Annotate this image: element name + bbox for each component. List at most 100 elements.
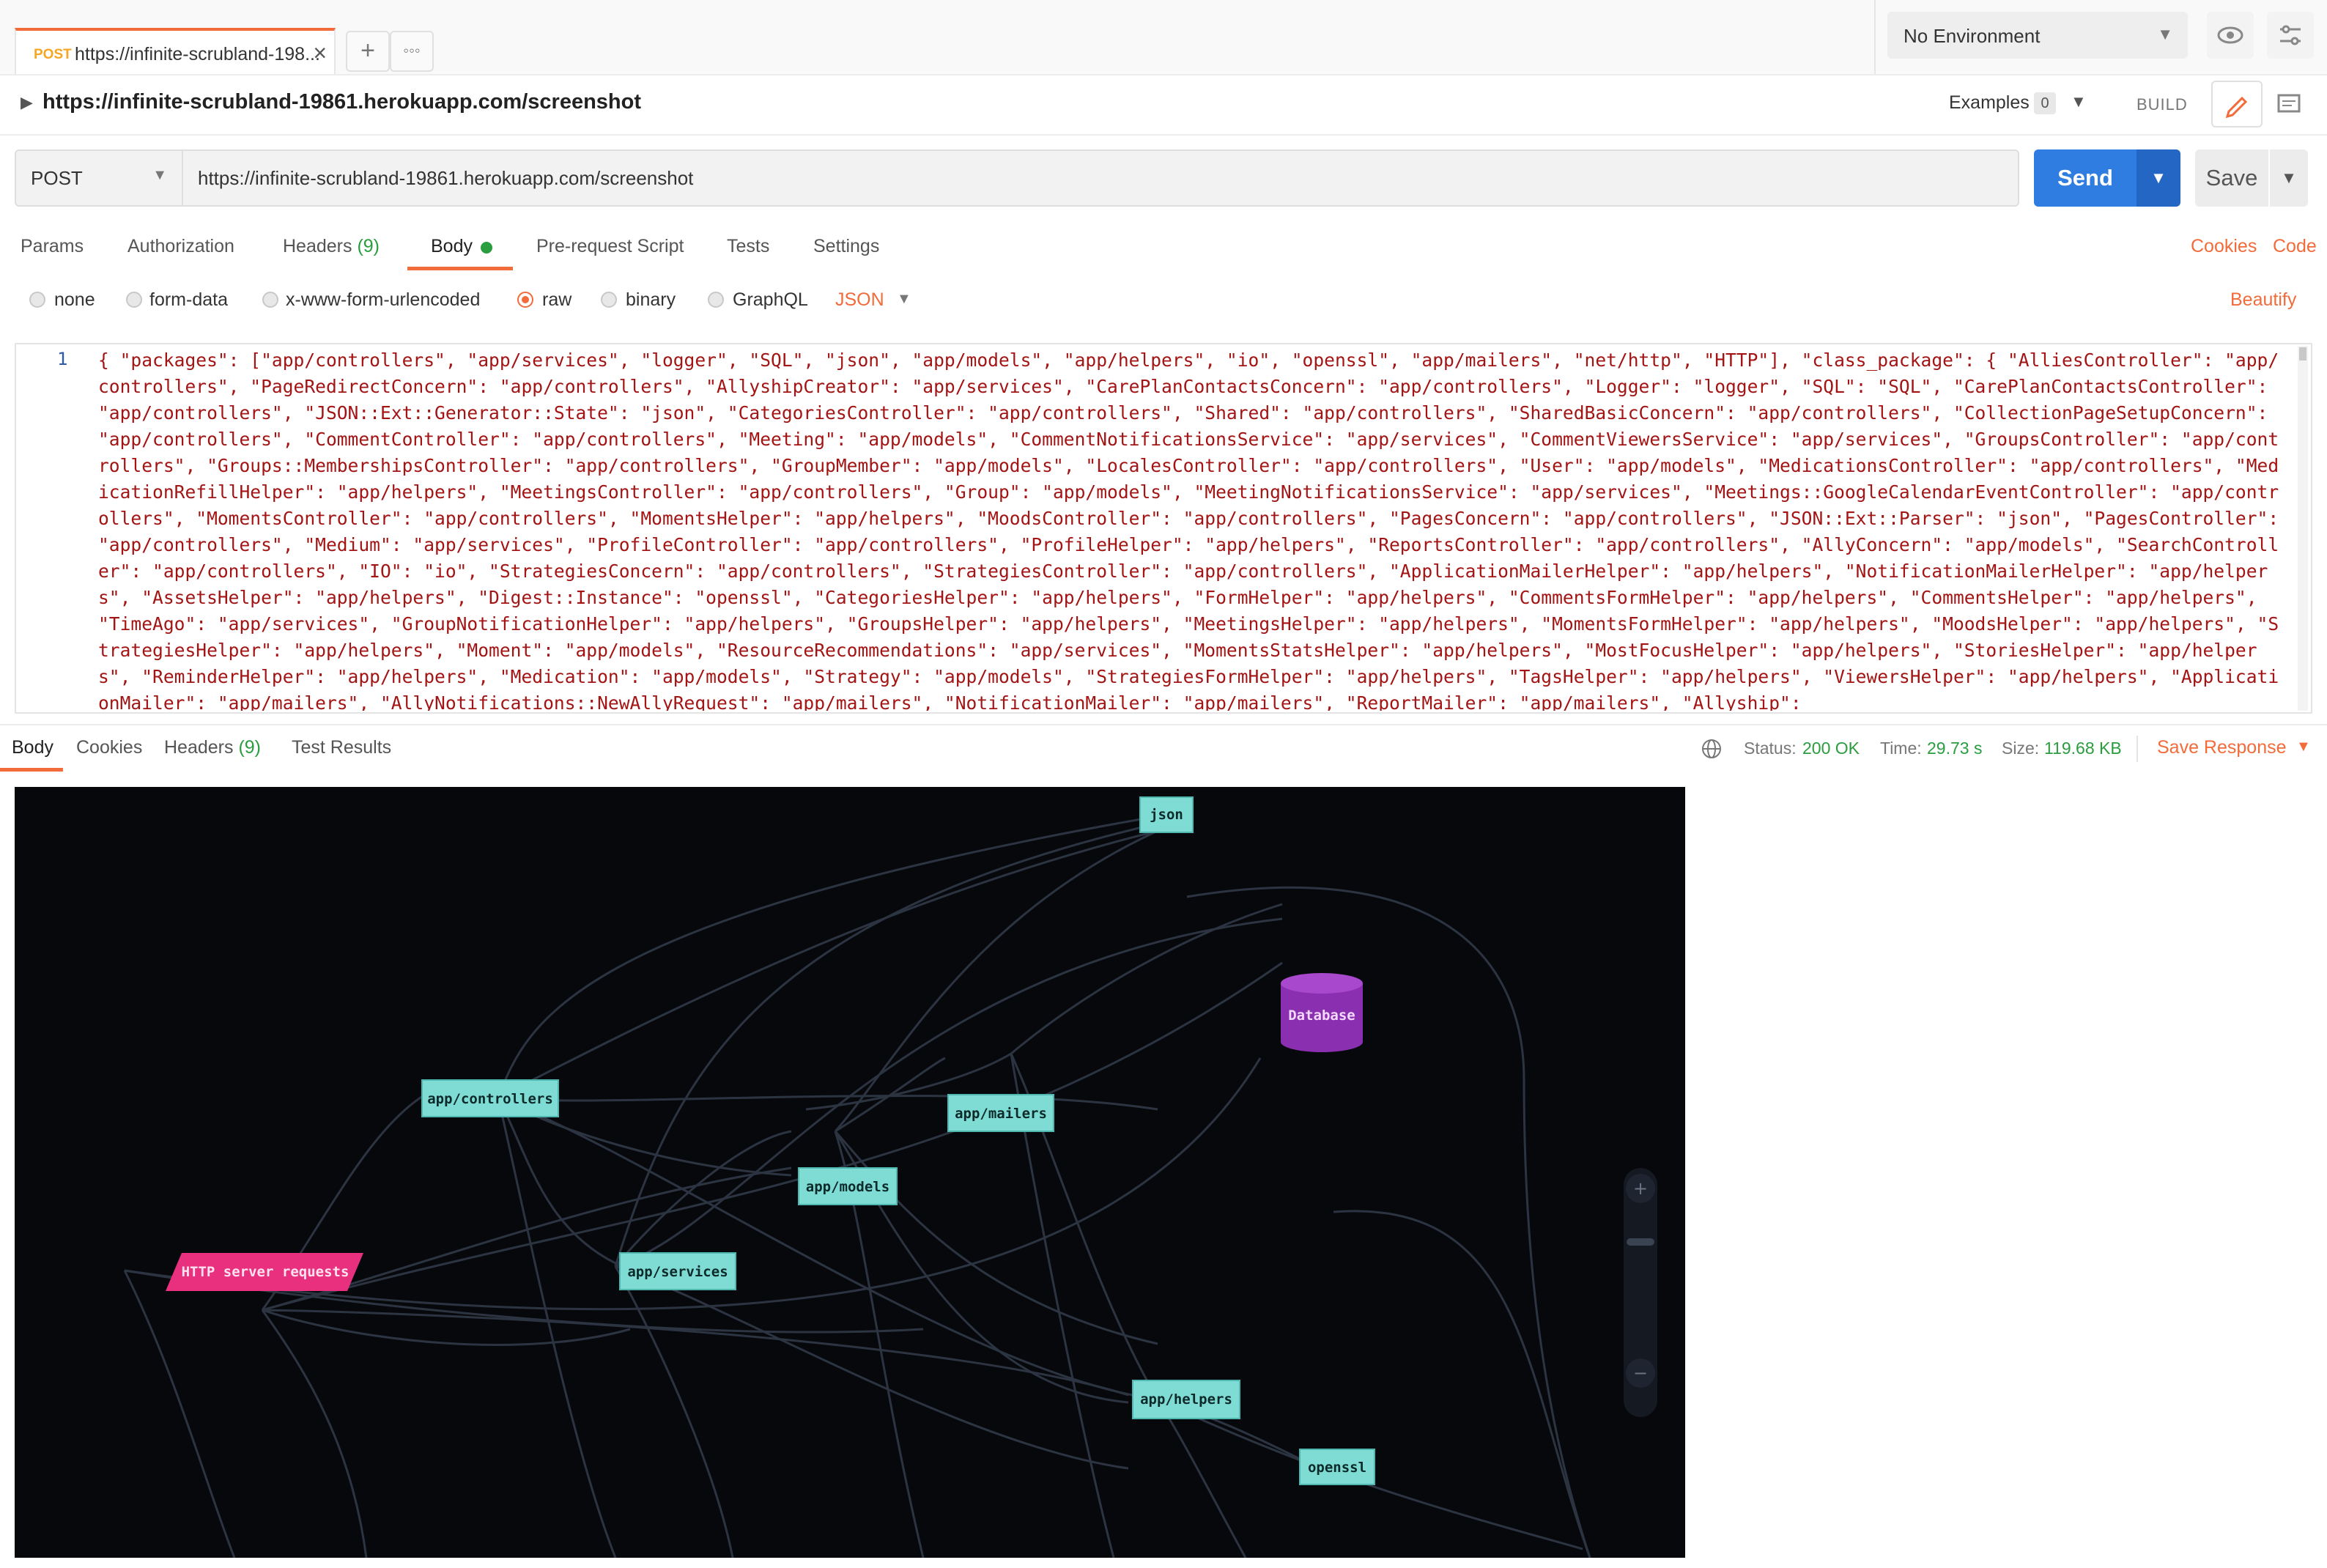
code-link[interactable]: Code — [2273, 236, 2317, 257]
chevron-down-icon[interactable]: ▼ — [2296, 739, 2311, 755]
node-openssl-label: openssl — [1308, 1460, 1366, 1476]
environment-select[interactable]: No Environment ▼ — [1887, 12, 2188, 59]
dependency-graph: json Database app/controllers app/mailer… — [123, 796, 1657, 1558]
response-image: json Database app/controllers app/mailer… — [15, 787, 1685, 1558]
tab-prerequest-script[interactable]: Pre-request Script — [536, 236, 684, 257]
response-tab-cookies[interactable]: Cookies — [76, 737, 142, 758]
tab-headers-count: (9) — [357, 236, 380, 256]
divider — [2137, 736, 2138, 762]
expand-triangle-icon[interactable]: ▶ — [21, 93, 33, 112]
active-tab-underline — [407, 267, 513, 270]
node-app-services: app/services — [619, 1252, 736, 1290]
radio-binary[interactable] — [601, 292, 617, 308]
globe-icon[interactable] — [1700, 737, 1723, 761]
tab-settings[interactable]: Settings — [813, 236, 879, 257]
node-openssl: openssl — [1299, 1449, 1375, 1485]
more-tabs-icon[interactable]: ◦◦◦ — [390, 31, 434, 72]
pencil-icon[interactable] — [2211, 81, 2263, 127]
close-icon[interactable]: × — [313, 40, 327, 67]
tab-params[interactable]: Params — [21, 236, 84, 257]
format-select[interactable]: JSON — [835, 289, 884, 311]
response-tab-headers-count: (9) — [238, 737, 262, 758]
method-select-value: POST — [31, 167, 83, 189]
node-app-services-label: app/services — [627, 1264, 728, 1280]
save-options-chevron-icon[interactable]: ▼ — [2270, 149, 2308, 207]
radio-raw-label: raw — [542, 289, 572, 310]
status-label: Status: — [1744, 739, 1797, 758]
node-database-label: Database — [1288, 1007, 1355, 1024]
chevron-down-icon: ▼ — [2157, 25, 2173, 43]
save-response-button[interactable]: Save Response — [2157, 737, 2287, 758]
examples-count-badge: 0 — [2034, 92, 2056, 114]
chevron-down-icon[interactable]: ▼ — [897, 291, 911, 308]
new-tab-plus-icon[interactable]: + — [346, 31, 390, 72]
node-app-helpers: app/helpers — [1132, 1380, 1240, 1419]
zoom-control[interactable]: + − — [1624, 1168, 1657, 1417]
radio-binary-label: binary — [626, 289, 676, 310]
tab-headers[interactable]: Headers (9) — [283, 236, 380, 257]
line-number: 1 — [57, 349, 68, 369]
zoom-in-icon[interactable]: + — [1633, 1178, 1648, 1199]
response-tab-body[interactable]: Body — [12, 737, 53, 758]
body-code-text[interactable]: { "packages": ["app/controllers", "app/s… — [98, 347, 2282, 711]
body-modified-indicator — [481, 242, 492, 254]
request-tab[interactable]: POST https://infinite-scrubland-198... × — [15, 28, 336, 74]
examples-chevron-down-icon[interactable]: ▼ — [2071, 92, 2087, 111]
radio-graphql-label: GraphQL — [733, 289, 808, 310]
tab-authorization[interactable]: Authorization — [127, 236, 234, 257]
zoom-out-icon[interactable]: − — [1633, 1363, 1648, 1383]
node-http-label: HTTP server requests — [182, 1264, 349, 1280]
node-app-models-label: app/models — [806, 1179, 889, 1195]
cookies-link[interactable]: Cookies — [2191, 236, 2257, 257]
tab-method-badge: POST — [34, 47, 72, 62]
node-http-server-requests: HTTP server requests — [166, 1253, 363, 1291]
save-button[interactable]: Save — [2195, 149, 2268, 207]
tab-headers-label: Headers — [283, 236, 352, 256]
node-json-label: json — [1150, 807, 1183, 823]
node-app-controllers: app/controllers — [421, 1079, 559, 1117]
radio-raw[interactable] — [517, 292, 533, 308]
url-input[interactable]: https://infinite-scrubland-19861.herokua… — [183, 149, 2019, 207]
send-options-chevron-icon[interactable]: ▼ — [2137, 149, 2180, 207]
active-tab-underline — [0, 768, 63, 772]
editor-scrollbar[interactable] — [2298, 346, 2308, 711]
response-tab-headers[interactable]: Headers (9) — [164, 737, 261, 758]
radio-form-data[interactable] — [126, 292, 142, 308]
examples-label[interactable]: Examples — [1949, 92, 2030, 114]
tab-title: https://infinite-scrubland-198... — [75, 44, 320, 64]
comment-icon[interactable] — [2263, 81, 2314, 127]
response-tab-test-results[interactable]: Test Results — [292, 737, 391, 758]
node-json: json — [1139, 796, 1194, 833]
editor-scrollbar-thumb[interactable] — [2299, 347, 2306, 360]
environment-select-value: No Environment — [1904, 25, 2041, 47]
tab-body[interactable]: Body — [431, 236, 473, 257]
response-tab-headers-label: Headers — [164, 737, 234, 758]
status-value: 200 OK — [1802, 739, 1860, 758]
node-app-models: app/models — [798, 1167, 898, 1205]
size-value: 119.68 KB — [2044, 739, 2122, 758]
radio-graphql[interactable] — [708, 292, 724, 308]
node-app-helpers-label: app/helpers — [1140, 1391, 1232, 1408]
settings-sliders-icon[interactable] — [2267, 12, 2314, 59]
zoom-slider-handle[interactable] — [1627, 1238, 1654, 1246]
node-app-controllers-label: app/controllers — [427, 1091, 553, 1107]
node-database: Database — [1281, 973, 1363, 1052]
node-app-mailers-label: app/mailers — [955, 1106, 1047, 1122]
time-value: 29.73 s — [1927, 739, 1983, 758]
eye-icon[interactable] — [2207, 12, 2254, 59]
beautify-link[interactable]: Beautify — [2230, 289, 2296, 311]
build-label[interactable]: BUILD — [2137, 95, 2188, 114]
size-label: Size: — [2002, 739, 2040, 758]
request-name[interactable]: https://infinite-scrubland-19861.herokua… — [42, 90, 641, 114]
radio-urlencoded[interactable] — [262, 292, 278, 308]
radio-none-label: none — [54, 289, 95, 310]
radio-urlencoded-label: x-www-form-urlencoded — [286, 289, 481, 310]
tab-tests[interactable]: Tests — [727, 236, 769, 257]
method-select[interactable]: POST ▼ — [15, 149, 183, 207]
send-button[interactable]: Send — [2034, 149, 2137, 207]
node-app-mailers: app/mailers — [947, 1094, 1054, 1132]
radio-form-data-label: form-data — [149, 289, 228, 310]
radio-none[interactable] — [29, 292, 45, 308]
time-label: Time: — [1880, 739, 1922, 758]
chevron-down-icon: ▼ — [152, 167, 167, 183]
